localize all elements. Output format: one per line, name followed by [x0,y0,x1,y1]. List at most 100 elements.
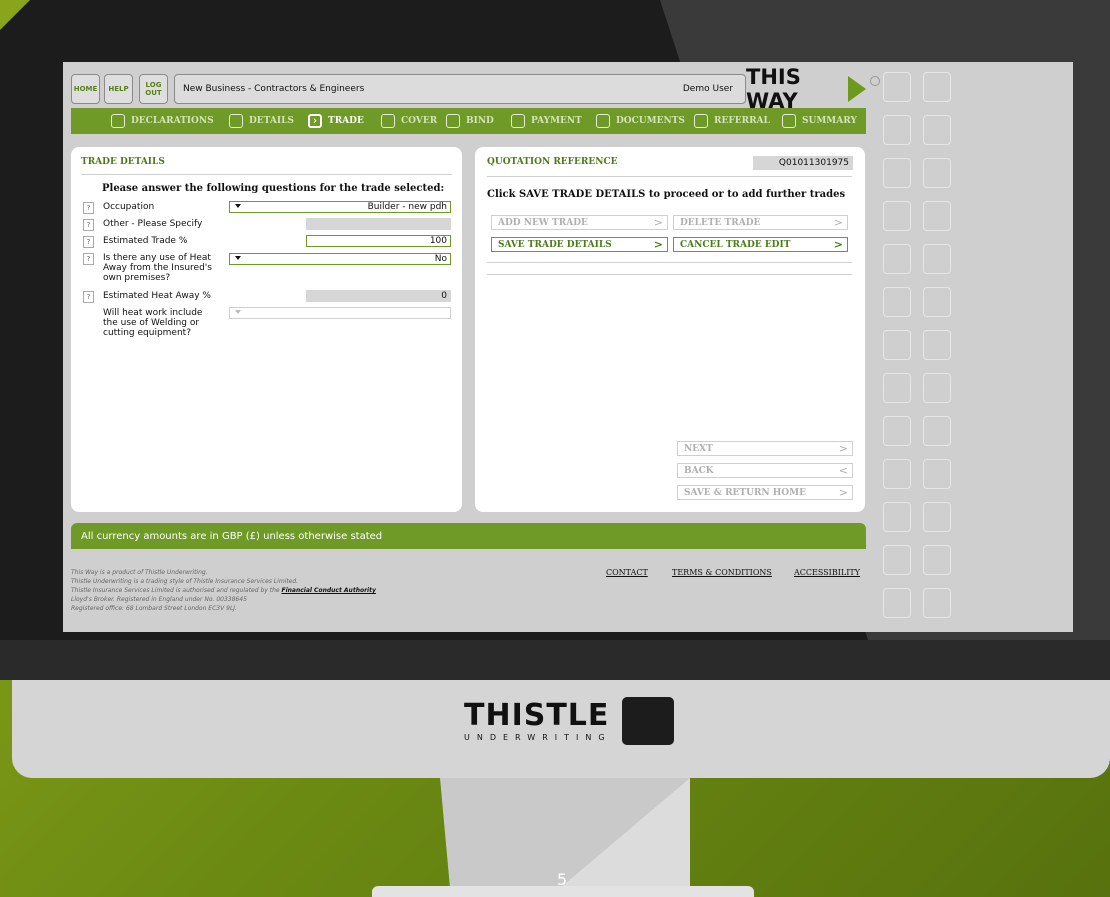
help-icon[interactable]: ? [83,291,94,303]
button-label: SAVE TRADE DETAILS [498,240,612,250]
terms-link[interactable]: TERMS & CONDITIONS [672,568,772,577]
questions-heading: Please answer the following questions fo… [102,183,445,194]
estimated-trade-label: Estimated Trade % [103,236,188,246]
delete-trade-button[interactable]: DELETE TRADE > [673,215,848,230]
accessibility-link[interactable]: ACCESSIBILITY [794,568,860,577]
step-declarations[interactable]: DECLARATIONS [111,113,214,129]
button-label: NEXT [684,444,713,454]
footer-text-part: Thistle Insurance Services Limited is au… [71,587,282,594]
step-checkbox-icon [381,114,395,128]
occupation-label: Occupation [103,202,155,212]
brand-sub: UNDERWRITING [464,732,612,742]
side-decor-box [923,201,951,231]
chevron-right-icon: > [833,216,843,229]
dropdown-arrow-icon [235,204,241,208]
heat-away-value: No [434,254,447,264]
fca-link[interactable]: Financial Conduct Authority [281,587,375,594]
step-checkbox-icon [446,114,460,128]
dropdown-arrow-icon [235,256,241,260]
step-label: REFERRAL [714,116,770,126]
help-icon[interactable]: ? [83,219,94,231]
side-decor-box [923,416,951,446]
back-button[interactable]: BACK < [677,463,853,478]
progress-steps: DECLARATIONS DETAILS › TRADE COVER BIND P… [71,108,866,134]
heat-away-label: Is there any use of Heat Away from the I… [103,253,212,283]
step-label: DETAILS [249,116,294,126]
add-new-trade-button[interactable]: ADD NEW TRADE > [491,215,668,230]
side-decor-box [883,201,911,231]
estimated-trade-input[interactable]: 100 [306,235,451,247]
step-cover[interactable]: COVER [381,113,437,129]
screen: HOME HELP LOG OUT New Business - Contrac… [63,62,1073,632]
bezel-corner [0,0,30,30]
contact-link[interactable]: CONTACT [606,568,648,577]
help-icon[interactable]: ? [83,236,94,248]
step-checkbox-icon [111,114,125,128]
help-button[interactable]: HELP [104,74,133,104]
side-decor-box [883,158,911,188]
side-decor-box [923,115,951,145]
side-decor-box [883,373,911,403]
side-decor-box [883,287,911,317]
title-box: New Business - Contractors & Engineers D… [174,74,746,104]
logout-button[interactable]: LOG OUT [139,74,168,104]
side-decor-box [883,502,911,532]
step-checkbox-icon [782,114,796,128]
monitor-bezel: HOME HELP LOG OUT New Business - Contrac… [0,0,1110,680]
chevron-right-icon: > [653,238,663,251]
side-decor-box [883,588,911,618]
user-name: Demo User [682,84,733,94]
other-specify-label: Other - Please Specify [103,219,203,229]
thistle-logo: THISTLE UNDERWRITING [464,697,674,745]
home-button[interactable]: HOME [71,74,100,104]
chevron-right-icon: > [653,216,663,229]
step-referral[interactable]: REFERRAL [694,113,770,129]
button-label: BACK [684,466,714,476]
step-label: BIND [466,116,494,126]
step-summary[interactable]: SUMMARY [782,113,857,129]
welding-select [229,307,451,319]
side-decor-box [883,416,911,446]
step-label: COVER [401,116,438,126]
dropdown-arrow-icon [235,310,241,314]
panel-title: TRADE DETAILS [81,157,165,167]
step-payment[interactable]: PAYMENT [511,113,582,129]
step-details[interactable]: DETAILS [229,113,294,129]
next-button[interactable]: NEXT > [677,441,853,456]
chevron-right-icon: > [833,238,843,251]
chevron-left-icon: < [838,464,848,477]
chevron-right-icon: > [838,442,848,455]
footer-line: Thistle Underwriting is a trading style … [71,578,299,585]
footer-line: Thistle Insurance Services Limited is au… [71,586,376,595]
step-label: SUMMARY [802,116,857,126]
chevron-right-icon: > [838,486,848,499]
cancel-trade-edit-button[interactable]: CANCEL TRADE EDIT > [673,237,848,252]
page-title: New Business - Contractors & Engineers [183,84,365,94]
footer-line: This Way is a product of Thistle Underwr… [71,569,208,576]
step-trade[interactable]: › TRADE [308,113,364,129]
footer-line: Lloyd's Broker. Registered in England un… [71,596,247,603]
step-label: TRADE [328,116,364,126]
brand-text: THISTLE UNDERWRITING [464,697,612,742]
quotation-panel: QUOTATION REFERENCE Q01011301975 Click S… [475,147,865,512]
save-return-home-button[interactable]: SAVE & RETURN HOME > [677,485,853,500]
brand-square-icon [621,697,674,745]
button-label: ADD NEW TRADE [498,218,588,228]
occupation-select[interactable]: Builder - new pdh [229,201,451,213]
side-decor-box [883,330,911,360]
help-icon[interactable]: ? [83,253,94,265]
step-checkbox-icon [229,114,243,128]
heat-away-select[interactable]: No [229,253,451,265]
help-icon[interactable]: ? [83,202,94,214]
arrow-right-icon [848,76,866,102]
side-decor-box [883,545,911,575]
quotation-reference: Q01011301975 [753,156,853,170]
save-trade-details-button[interactable]: SAVE TRADE DETAILS > [491,237,668,252]
button-label: CANCEL TRADE EDIT [680,240,791,250]
side-decor-box [923,545,951,575]
side-decor-box [923,330,951,360]
step-bind[interactable]: BIND [446,113,494,129]
button-label: DELETE TRADE [680,218,761,228]
brand-word: THISTLE [464,697,610,733]
step-documents[interactable]: DOCUMENTS [596,113,685,129]
